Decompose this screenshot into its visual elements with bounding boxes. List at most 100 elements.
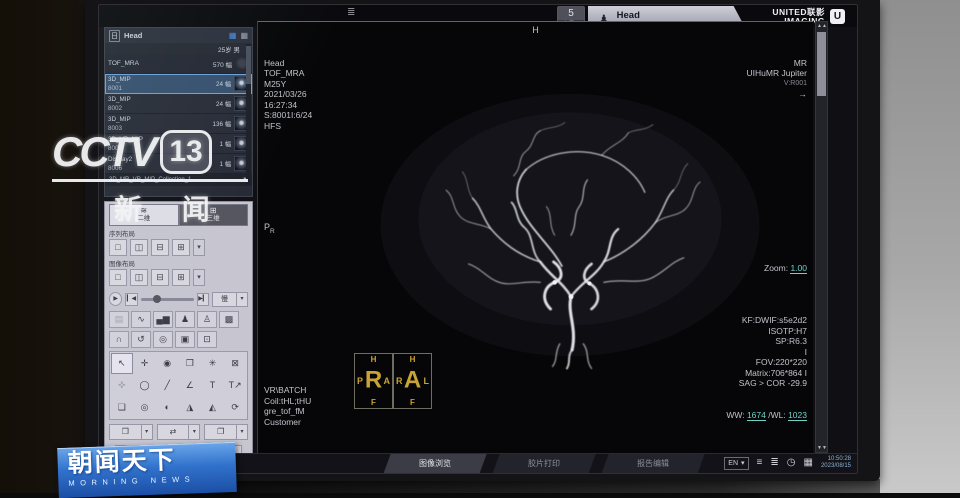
- orientation-cubes: H P R A F H R A L F: [354, 353, 432, 409]
- screen: ≣ 5 向导 ▾ ♟ Head TOF_MRA 25岁 UNITED联影 IMA…: [98, 4, 858, 474]
- overlay-line: Head: [264, 58, 312, 69]
- overlay-line: 16:27:34: [264, 100, 312, 111]
- step-forward-button[interactable]: ▶▎: [197, 293, 209, 306]
- tray-icon[interactable]: ▦: [804, 456, 813, 470]
- tool-button[interactable]: ▩: [219, 311, 239, 328]
- app-menu-icon[interactable]: ≣: [347, 7, 355, 18]
- language-selector[interactable]: EN▾: [724, 457, 748, 470]
- tool-button[interactable]: ▣: [175, 331, 195, 348]
- tool-combo[interactable]: ⇄ ▾: [157, 424, 201, 440]
- layout-button[interactable]: ◫: [130, 269, 148, 286]
- tool-combo-icon: ❒: [110, 425, 141, 439]
- overlay-bottom-left: VR\BATCHCoil:tHL;tHUgre_tof_fMCustomer: [264, 354, 311, 428]
- tool-button[interactable]: ◮: [179, 397, 201, 418]
- tool-button[interactable]: ◐: [156, 397, 178, 418]
- layout-button[interactable]: ⊟: [151, 239, 169, 256]
- series-layout-buttons: □◫⊟⊞: [109, 239, 190, 256]
- playback-slider[interactable]: [141, 298, 194, 301]
- tool-button[interactable]: ⊡: [197, 331, 217, 348]
- tool-button[interactable]: ∠: [179, 375, 201, 396]
- tool-combo-icon: ⇄: [158, 425, 189, 439]
- grid-view-icon[interactable]: ▦: [229, 31, 237, 40]
- image-layout-buttons: □◫⊟⊞: [109, 269, 190, 286]
- overlay-line: KF:DWIF:s5e2d2: [726, 315, 807, 326]
- tool-button[interactable]: T↗: [224, 375, 246, 396]
- tray-icon[interactable]: ◷: [787, 456, 796, 470]
- series-row[interactable]: 3D_MIP 8001 24 幅: [105, 74, 252, 94]
- tool-button[interactable]: ♙: [197, 311, 217, 328]
- tray-icon[interactable]: ≣: [770, 456, 778, 470]
- overlay-line: MR: [747, 58, 807, 69]
- series-count: 24 幅: [216, 79, 231, 88]
- overlay-line: UIHuMR Jupiter: [747, 68, 807, 79]
- scroll-up-icon[interactable]: ▲: [822, 23, 827, 29]
- layout-button[interactable]: ⊟: [151, 269, 169, 286]
- clock: 10:50:28 2023/08/15: [821, 456, 851, 470]
- series-row-top[interactable]: TOF_MRA 570 幅: [105, 54, 252, 74]
- tool-button[interactable]: ⟳: [224, 397, 246, 418]
- taskbar-tab[interactable]: 胶片打印: [492, 454, 595, 474]
- tray-icon[interactable]: ≡: [757, 456, 763, 470]
- layout-button[interactable]: □: [109, 239, 127, 256]
- tool-button[interactable]: ▄▆: [153, 311, 173, 328]
- slider-knob[interactable]: [153, 295, 161, 303]
- tool-button[interactable]: ❑: [111, 397, 133, 418]
- mra-image: [360, 80, 780, 370]
- tool-button[interactable]: ◭: [202, 397, 224, 418]
- series-row[interactable]: 3D_MIP 8002 24 幅: [105, 94, 252, 114]
- tool-button[interactable]: ✜: [111, 375, 133, 396]
- tool-button[interactable]: ╱: [156, 375, 178, 396]
- layout-dropdown[interactable]: ▾: [193, 239, 205, 256]
- scroll-down-icon[interactable]: ▼: [822, 445, 827, 451]
- layout-button[interactable]: ◫: [130, 239, 148, 256]
- layout-dropdown[interactable]: ▾: [193, 269, 205, 286]
- series-count: 136 幅: [212, 119, 231, 128]
- scroll-thumb[interactable]: [817, 32, 826, 96]
- tool-button[interactable]: ◯: [134, 375, 156, 396]
- program-banner: 朝闻天下 MORNING NEWS: [57, 442, 237, 498]
- taskbar-tab[interactable]: 报告编辑: [601, 454, 704, 474]
- tool-button[interactable]: ◎: [153, 331, 173, 348]
- tool-button[interactable]: ◎: [134, 397, 156, 418]
- series-layout-label: 序列布局: [109, 228, 248, 238]
- zoom-line: Zoom: 1.00: [726, 263, 807, 274]
- chevron-down-icon: ▾: [236, 293, 247, 306]
- tool-row-a: ▤∿▄▆♟♙▩: [109, 311, 248, 328]
- tool-button[interactable]: ♟: [175, 311, 195, 328]
- play-button[interactable]: ▶: [109, 292, 122, 306]
- layout-button[interactable]: ⊞: [172, 269, 190, 286]
- grid-view-icon[interactable]: ▦: [240, 31, 248, 40]
- series-count: 24 幅: [216, 99, 231, 108]
- speed-dropdown[interactable]: 慢 ▾: [212, 292, 248, 307]
- overlay-line: SP:R6.3: [726, 336, 807, 347]
- taskbar-tab[interactable]: 图像浏览: [383, 454, 486, 474]
- tool-combo[interactable]: ❐ ▾: [204, 424, 248, 440]
- view-toggle: ▦▦: [229, 31, 248, 40]
- tool-button[interactable]: ◉: [156, 353, 178, 374]
- image-viewport[interactable]: H PR HeadTOF_MRAM25Y2021/03/2616:27:34S:…: [257, 21, 813, 453]
- overlay-top-right: MRUIHuMR JupiterV:R001→: [747, 26, 807, 100]
- series-number: 8001: [108, 84, 131, 93]
- tool-button[interactable]: ↺: [131, 331, 151, 348]
- scroll-thumb[interactable]: [246, 46, 251, 84]
- cctv-channel-number: 13: [160, 130, 211, 174]
- tool-button[interactable]: T: [202, 375, 224, 396]
- overlay-line: ISOTP:H7: [726, 326, 807, 337]
- tool-button[interactable]: ↖: [111, 353, 133, 374]
- tool-button[interactable]: ✛: [134, 353, 156, 374]
- orientation-marker-top: H: [532, 25, 539, 35]
- tool-button[interactable]: ⊠: [224, 353, 246, 374]
- viewport-scrollbar[interactable]: ▲▲ ▼▼: [815, 21, 828, 453]
- layout-button[interactable]: □: [109, 269, 127, 286]
- tool-button[interactable]: ∿: [131, 311, 151, 328]
- tool-button[interactable]: ✳: [202, 353, 224, 374]
- date: 2023/08/15: [821, 463, 851, 470]
- tool-button[interactable]: ∩: [109, 331, 129, 348]
- step-back-button[interactable]: ▎◀: [125, 293, 137, 306]
- overlay-line: 2021/03/26: [264, 89, 312, 100]
- tool-button[interactable]: ❐: [179, 353, 201, 374]
- tool-combo[interactable]: ❒ ▾: [109, 424, 153, 440]
- overlay-line: Customer: [264, 417, 311, 428]
- tool-button[interactable]: ▤: [109, 311, 129, 328]
- layout-button[interactable]: ⊞: [172, 239, 190, 256]
